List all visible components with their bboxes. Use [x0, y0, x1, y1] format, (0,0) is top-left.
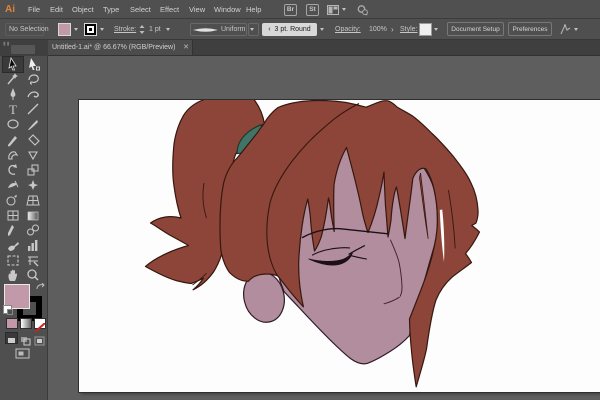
svg-text:T: T: [9, 102, 17, 116]
